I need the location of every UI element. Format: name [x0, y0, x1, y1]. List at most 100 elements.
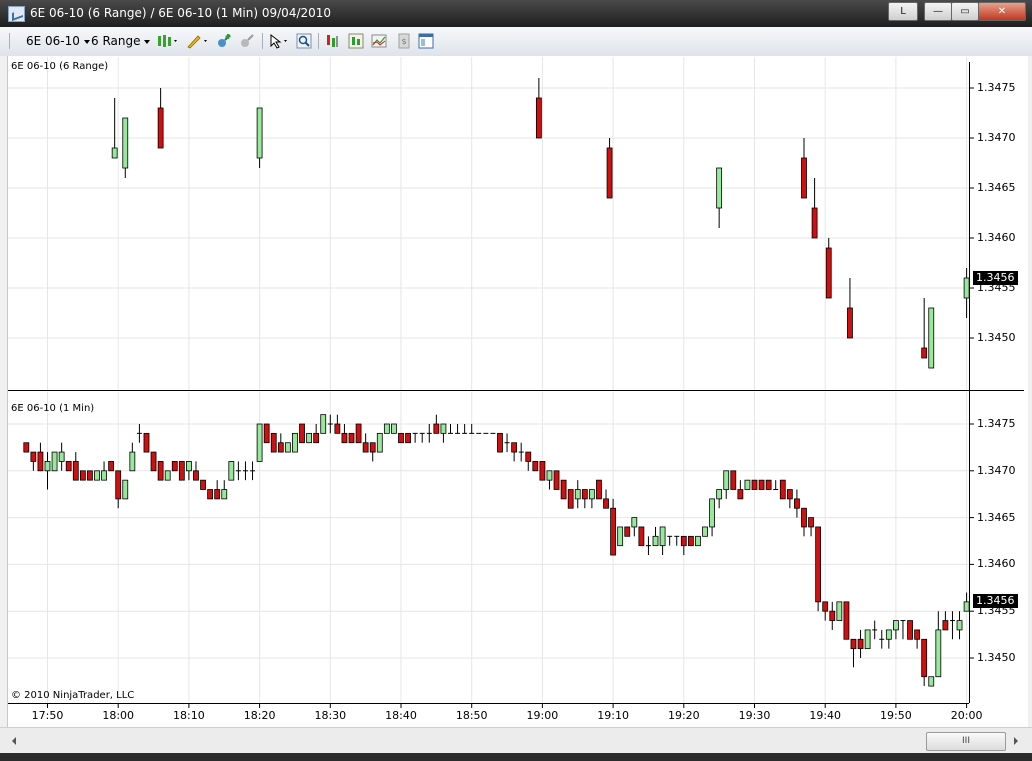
candle-body — [928, 307, 935, 369]
horizontal-scrollbar[interactable]: III — [0, 727, 1032, 754]
candle-body — [299, 423, 305, 444]
candle — [369, 442, 376, 462]
candle-body — [914, 629, 921, 640]
candle — [462, 424, 468, 434]
candle-body — [737, 489, 744, 500]
candle — [101, 461, 107, 481]
time-tick-label: 19:10 — [597, 709, 629, 722]
candle — [942, 611, 949, 631]
chart-canvas[interactable] — [0, 0, 1032, 761]
candle — [37, 442, 44, 472]
candle — [864, 629, 871, 650]
candle — [383, 423, 390, 434]
candle — [815, 526, 822, 612]
candle-body — [588, 489, 595, 500]
candle — [58, 442, 65, 471]
scrollbar-thumb[interactable]: III — [926, 732, 1006, 751]
candle — [504, 433, 510, 453]
candle — [327, 414, 333, 434]
candle — [617, 526, 624, 547]
scroll-right-icon[interactable] — [1012, 736, 1020, 746]
candle — [695, 535, 701, 547]
bottom-last-price-flag: 1.3456 — [973, 594, 1018, 608]
price-tick-label: 1.3465 — [977, 181, 1016, 194]
candle-body — [94, 470, 100, 481]
candle — [136, 424, 142, 443]
candle-body — [44, 461, 51, 472]
candle — [171, 461, 178, 472]
candle-body — [850, 638, 857, 650]
candle-body — [935, 629, 942, 678]
candle — [716, 167, 723, 228]
candle — [108, 461, 115, 472]
candle — [885, 629, 892, 649]
price-tick-label: 1.3475 — [977, 81, 1016, 94]
candle-body — [829, 610, 836, 621]
candle-body — [101, 470, 107, 481]
candle-body — [603, 498, 609, 509]
top-panel-label: 6E 06-10 (6 Range) — [11, 61, 109, 72]
candle-body — [539, 461, 546, 481]
candle-body — [535, 97, 542, 139]
candle — [758, 479, 765, 490]
candle — [847, 278, 853, 339]
candle-body — [37, 451, 44, 472]
candle-body — [115, 470, 122, 500]
candle — [667, 535, 673, 546]
candle — [157, 461, 164, 481]
candle — [893, 620, 899, 640]
candle — [811, 178, 818, 239]
candle — [588, 489, 595, 509]
candle-body — [256, 423, 263, 462]
candle-body — [680, 535, 687, 547]
candle-body — [193, 470, 199, 481]
candle-body — [617, 526, 624, 547]
candle-body — [811, 207, 818, 239]
candle-body — [702, 526, 708, 537]
candle — [553, 470, 560, 490]
candle — [687, 535, 694, 547]
candle — [751, 479, 758, 490]
scroll-left-icon[interactable] — [10, 736, 18, 746]
candle-body — [405, 432, 411, 444]
candle-body — [79, 470, 86, 481]
candle-body — [825, 247, 832, 299]
candle — [30, 451, 37, 471]
candle — [801, 138, 807, 199]
candle — [716, 489, 723, 509]
bottom-panel-label: 6E 06-10 (1 Min) — [11, 403, 95, 414]
candle — [355, 423, 362, 444]
candle-body — [921, 638, 928, 678]
candle-body — [864, 629, 871, 650]
candle-body — [695, 535, 701, 547]
candle — [44, 452, 51, 490]
candle — [928, 676, 935, 687]
candle-body — [857, 638, 864, 650]
candle — [122, 117, 129, 178]
candle-body — [256, 107, 263, 159]
candle — [825, 238, 832, 299]
candle-body — [284, 442, 291, 453]
candle-body — [221, 489, 228, 500]
candle — [334, 414, 341, 434]
candle-body — [794, 498, 800, 509]
time-tick-label: 19:30 — [738, 709, 771, 722]
candle-body — [907, 620, 913, 640]
candle — [178, 461, 185, 481]
candle — [150, 451, 157, 472]
candle — [645, 536, 651, 556]
candle-body — [624, 526, 631, 537]
candle — [822, 601, 829, 621]
candle — [914, 629, 921, 649]
candle-body — [921, 347, 928, 359]
candle-body — [150, 451, 157, 472]
time-tick-label: 18:30 — [314, 709, 347, 722]
candle — [674, 535, 680, 546]
candle-body — [716, 167, 723, 209]
candle — [115, 470, 122, 509]
candle-body — [313, 432, 320, 444]
candle — [228, 461, 235, 481]
candle — [574, 480, 581, 509]
candle-body — [320, 414, 327, 434]
candle — [111, 98, 118, 159]
